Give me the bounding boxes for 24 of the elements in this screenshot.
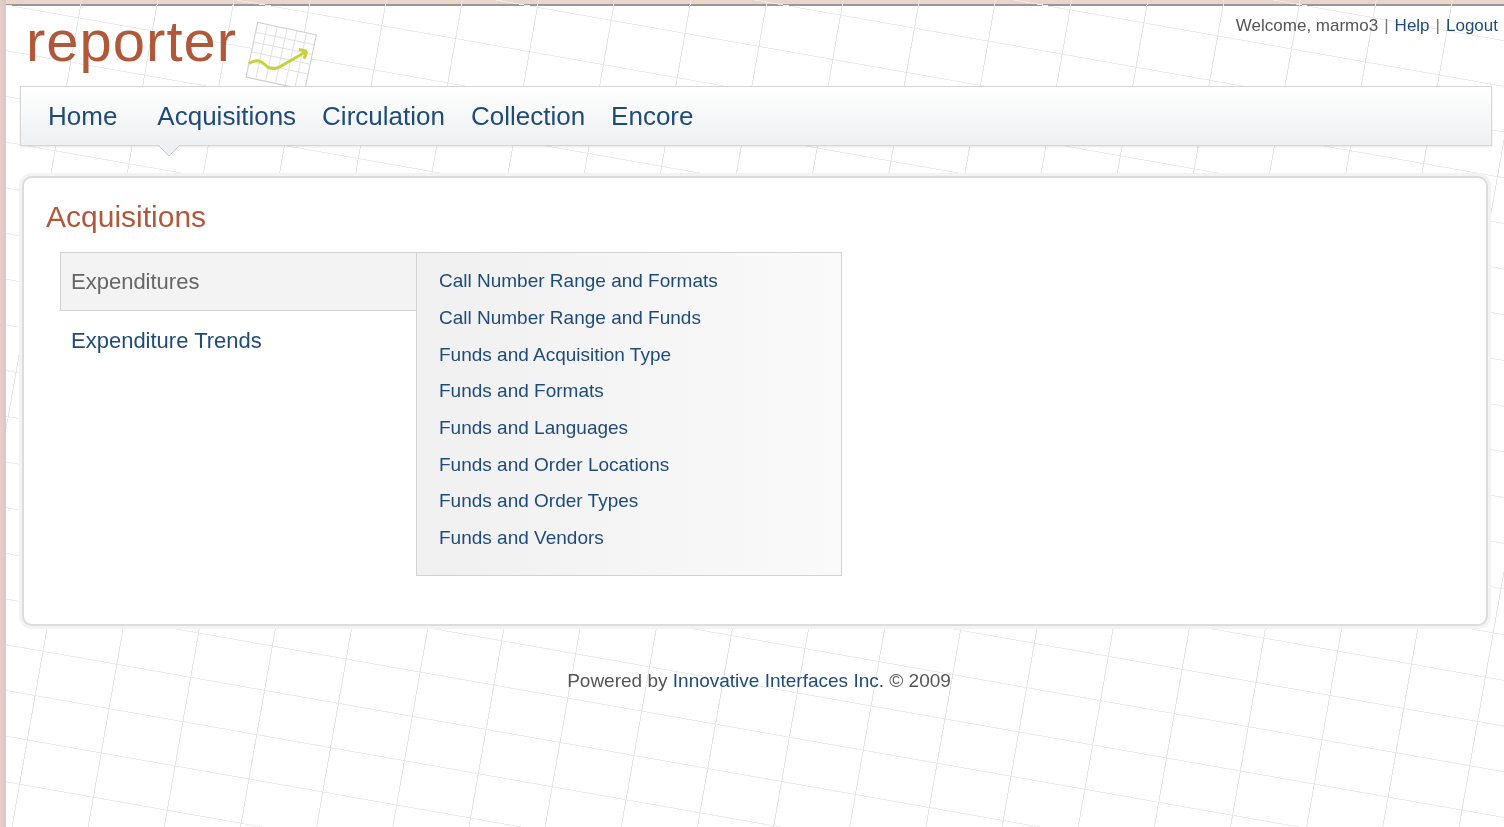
side-menu-item[interactable]: Expenditure Trends <box>60 311 416 370</box>
nav-tab[interactable]: Home <box>35 87 131 145</box>
header-link[interactable]: Help <box>1394 16 1430 36</box>
separator: | <box>1384 16 1389 36</box>
report-link[interactable]: Call Number Range and Funds <box>439 299 841 337</box>
report-link[interactable]: Funds and Acquisition Type <box>439 336 841 374</box>
report-link[interactable]: Funds and Formats <box>439 373 841 410</box>
footer-text: Powered by Innovative Interfaces Inc. © 2009 <box>566 670 952 692</box>
welcome-text: Welcome, marmo3 <box>1235 16 1379 36</box>
report-link[interactable]: Funds and Vendors <box>439 519 841 557</box>
company-link[interactable]: Innovative Interfaces Inc. <box>672 670 884 691</box>
separator: | <box>1435 16 1440 36</box>
logo-text: reporter <box>26 10 238 72</box>
nav-tab[interactable]: Acquisitions <box>144 87 310 145</box>
header-link[interactable]: Logout <box>1446 16 1498 36</box>
side-menu-item[interactable]: Expenditures <box>60 252 416 311</box>
report-link[interactable]: Funds and Languages <box>439 409 841 447</box>
report-link[interactable]: Funds and Order Types <box>439 483 841 520</box>
page-title: Acquisitions <box>46 200 208 234</box>
nav-tab[interactable]: Collection <box>457 87 599 145</box>
report-link[interactable]: Call Number Range and Formats <box>439 263 841 300</box>
report-link[interactable]: Funds and Order Locations <box>439 446 841 484</box>
nav-tab[interactable]: Circulation <box>309 87 458 145</box>
nav-tab[interactable]: Encore <box>598 87 707 145</box>
